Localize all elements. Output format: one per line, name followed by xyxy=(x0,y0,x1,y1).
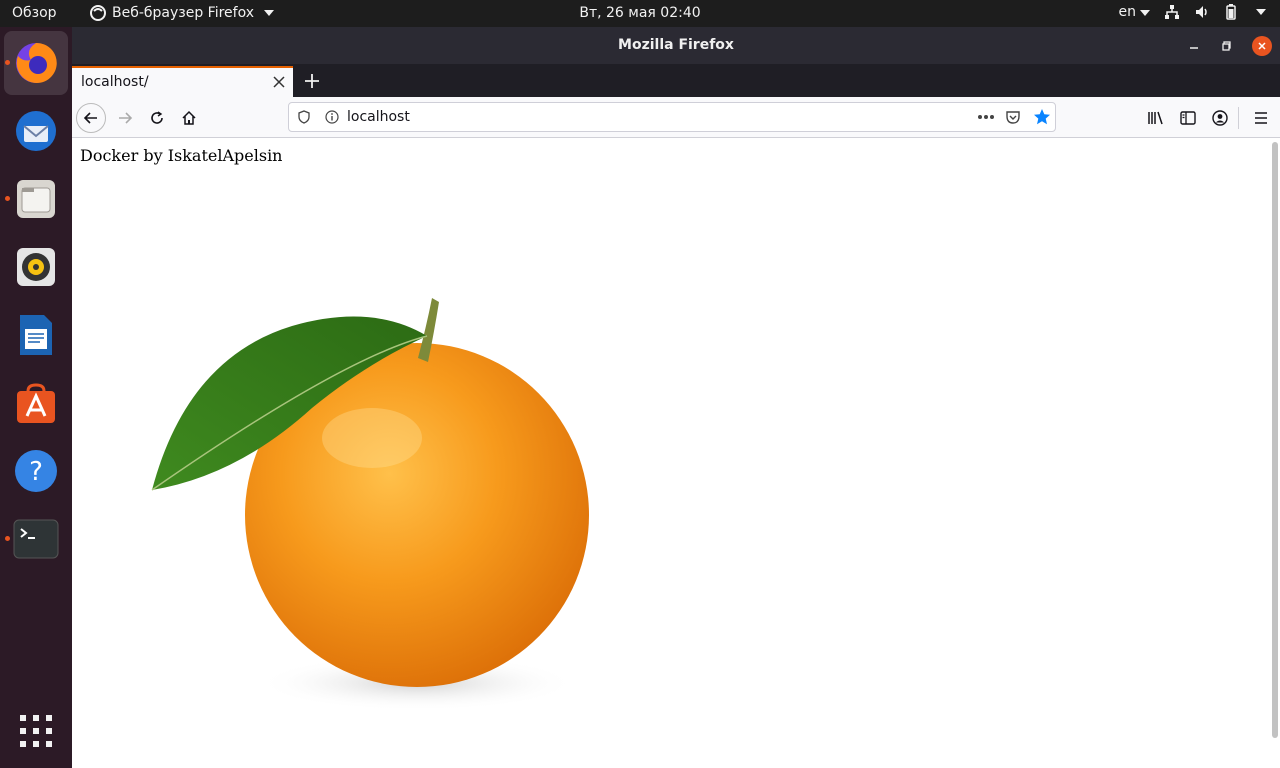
dock-writer[interactable] xyxy=(4,303,68,367)
close-window-button[interactable] xyxy=(1252,36,1272,56)
reload-icon xyxy=(151,111,163,124)
navigation-toolbar: localhost xyxy=(72,97,1280,138)
back-button[interactable] xyxy=(76,103,106,133)
dock-rhythmbox[interactable] xyxy=(4,235,68,299)
plus-icon xyxy=(305,74,319,88)
site-info-icon[interactable] xyxy=(325,110,339,124)
tracking-protection-shield-icon[interactable] xyxy=(297,110,311,124)
home-button[interactable] xyxy=(174,103,204,133)
window-title: Mozilla Firefox xyxy=(618,37,734,53)
minimize-button[interactable] xyxy=(1184,36,1204,56)
menu-button[interactable] xyxy=(1246,103,1276,133)
dock-software[interactable] xyxy=(4,371,68,435)
language-indicator[interactable]: en xyxy=(1119,4,1150,20)
dock-firefox[interactable] xyxy=(4,31,68,95)
close-icon xyxy=(273,76,285,88)
dock-help[interactable]: ? xyxy=(4,439,68,503)
tab-title: localhost/ xyxy=(81,74,149,90)
network-icon xyxy=(1165,5,1179,19)
hamburger-menu-icon xyxy=(1255,112,1267,124)
chevron-down-icon xyxy=(1140,10,1150,16)
thunderbird-icon xyxy=(16,111,56,151)
pocket-icon[interactable] xyxy=(1005,109,1021,125)
top-bar: Обзор Веб-браузер Firefox Вт, 26 мая 02:… xyxy=(0,0,1280,27)
dock: ? xyxy=(0,27,72,768)
show-applications-button[interactable] xyxy=(4,699,68,763)
close-icon xyxy=(1258,42,1266,50)
url-text: localhost xyxy=(347,109,410,125)
sidebar-icon xyxy=(1180,111,1196,125)
chevron-down-icon xyxy=(1256,9,1266,15)
tab-localhost[interactable]: localhost/ xyxy=(72,66,293,97)
account-icon xyxy=(1212,110,1228,126)
dock-files[interactable] xyxy=(4,167,68,231)
page-content: Docker by IskatelApelsin xyxy=(72,138,1280,768)
volume-icon xyxy=(1196,6,1207,18)
running-indicator xyxy=(5,60,10,65)
account-button[interactable] xyxy=(1205,103,1235,133)
page-heading: Docker by IskatelApelsin xyxy=(80,146,283,165)
arrow-right-icon xyxy=(119,112,133,124)
system-tray[interactable]: en xyxy=(1119,4,1266,20)
scrollbar[interactable] xyxy=(1272,142,1278,738)
files-icon xyxy=(17,180,55,218)
dock-thunderbird[interactable] xyxy=(4,99,68,163)
writer-icon xyxy=(20,315,52,355)
running-indicator xyxy=(5,196,10,201)
help-icon: ? xyxy=(15,450,57,492)
toolbar-separator xyxy=(1238,107,1239,129)
running-indicator xyxy=(5,536,10,541)
new-tab-button[interactable] xyxy=(304,67,320,95)
arrow-left-icon xyxy=(83,112,97,124)
app-grid-icon xyxy=(20,715,52,747)
clock[interactable]: Вт, 26 мая 02:40 xyxy=(0,5,1280,21)
orange-image xyxy=(151,298,589,711)
close-tab-button[interactable] xyxy=(273,72,285,93)
bookmark-star-icon[interactable] xyxy=(1033,108,1051,126)
maximize-button[interactable] xyxy=(1217,36,1237,56)
minimize-icon xyxy=(1190,47,1198,49)
sidebar-button[interactable] xyxy=(1173,103,1203,133)
firefox-icon xyxy=(16,42,57,83)
terminal-icon xyxy=(13,519,59,559)
address-bar[interactable]: localhost xyxy=(288,102,1056,132)
restore-icon xyxy=(1222,41,1231,51)
home-icon xyxy=(182,110,196,125)
title-bar: Mozilla Firefox xyxy=(72,27,1280,64)
reload-button[interactable] xyxy=(142,103,172,133)
forward-button[interactable] xyxy=(110,103,140,133)
library-button[interactable] xyxy=(1141,103,1171,133)
software-icon xyxy=(17,383,55,423)
tab-bar: localhost/ xyxy=(72,64,1280,97)
battery-icon xyxy=(1226,4,1236,20)
library-icon xyxy=(1148,111,1163,125)
more-actions-icon[interactable] xyxy=(977,114,995,120)
firefox-window: Mozilla Firefox localhost/ localhost Doc… xyxy=(72,27,1280,768)
dock-terminal[interactable] xyxy=(4,507,68,571)
rhythmbox-icon xyxy=(17,248,55,286)
svg-text:?: ? xyxy=(29,457,43,487)
